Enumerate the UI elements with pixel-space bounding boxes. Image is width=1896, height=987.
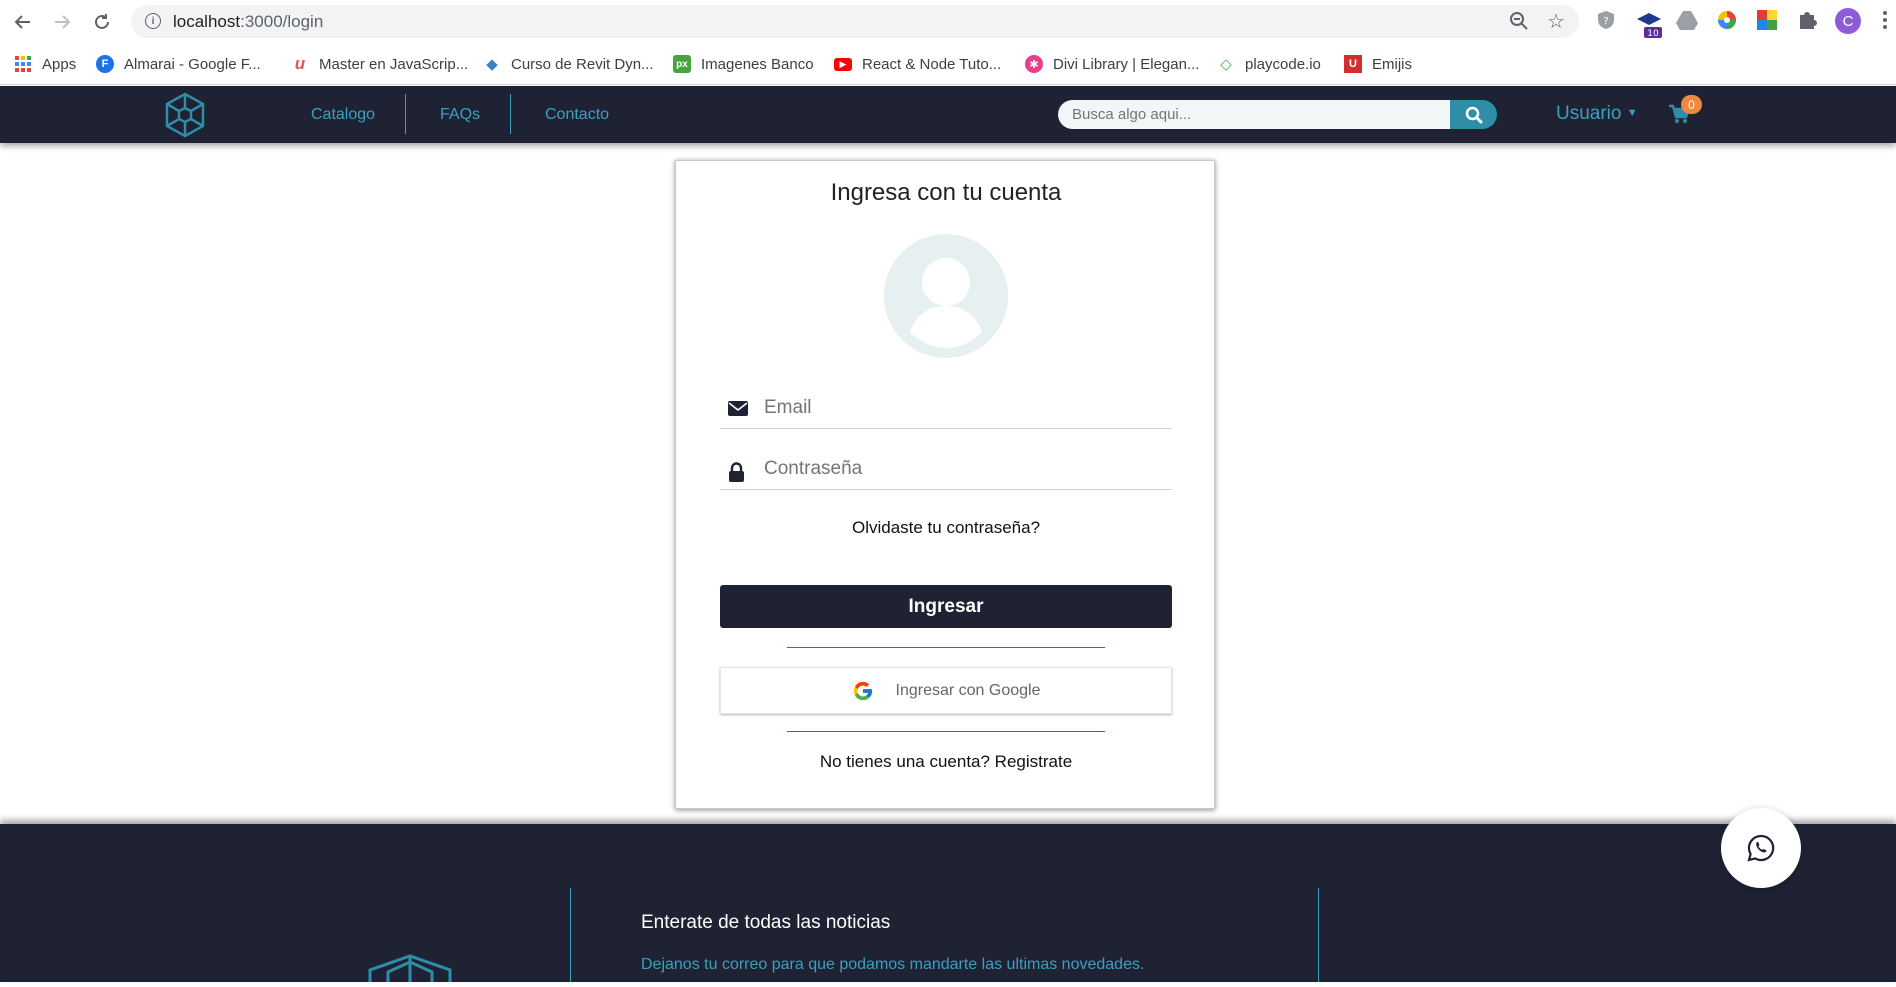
url-text[interactable]: localhost:3000/login [173,12,323,32]
browser-toolbar: i localhost:3000/login ☆ ? 10 C [0,0,1896,43]
bookmark-javascript[interactable]: u Master en JavaScrip... [291,52,468,76]
whatsapp-button[interactable] [1721,808,1801,888]
graduation-cap-extension-icon[interactable]: 10 [1635,9,1662,39]
bookmark-almarai[interactable]: F Almarai - Google F... [96,52,261,76]
reload-icon[interactable] [89,9,115,35]
email-field [720,389,1172,429]
email-input[interactable] [764,393,1164,423]
bookmark-label: React & Node Tuto... [862,55,1002,73]
bookmark-react-node[interactable]: ▶ React & Node Tuto... [834,52,1001,76]
bookmark-label: Imagenes Banco [701,55,814,73]
nav-faqs-link[interactable]: FAQs [440,106,480,124]
site-search [1058,100,1497,129]
user-dropdown[interactable]: Usuario ▼ [1556,103,1638,125]
newsletter-title: Enterate de todas las noticias [641,912,891,933]
footer-logo-icon [368,954,452,987]
bookmark-label: Divi Library | Elegan... [1053,55,1200,73]
bookmark-label: playcode.io [1245,55,1321,73]
divider-line [787,647,1105,648]
browser-menu-icon[interactable] [1882,9,1892,33]
bookmarks-bar: Apps F Almarai - Google F... u Master en… [0,43,1896,85]
search-input[interactable] [1058,100,1452,129]
color-wheel-extension-icon[interactable] [1716,9,1740,33]
forgot-password-link[interactable]: Olvidaste tu contraseña? [676,518,1216,538]
nav-divider [510,94,511,134]
unicode-icon: U [1344,55,1362,73]
bookmark-label: Apps [42,55,77,73]
login-title: Ingresa con tu cuenta [830,179,1062,206]
drive-extension-icon[interactable] [1676,9,1700,33]
password-input[interactable] [764,454,1164,484]
bookmark-revit[interactable]: ◆ Curso de Revit Dyn... [483,52,654,76]
search-icon [1465,106,1482,123]
url-path: :3000/login [240,12,324,31]
bookmark-apps[interactable]: Apps [14,52,76,76]
google-signin-button[interactable]: Ingresar con Google [720,667,1172,714]
bookmark-label: Curso de Revit Dyn... [511,55,654,73]
bookmark-emijis[interactable]: U Emijis [1344,52,1412,76]
envelope-icon [728,401,748,421]
extensions-puzzle-icon[interactable] [1796,9,1820,33]
udemy-icon: u [294,54,306,73]
address-bar[interactable]: i localhost:3000/login ☆ [131,5,1579,38]
forward-icon[interactable] [49,9,75,35]
footer-divider [1318,888,1319,982]
profile-avatar[interactable]: C [1835,8,1861,34]
bookmark-playcode[interactable]: ◇ playcode.io [1217,52,1321,76]
bookmark-star-icon[interactable]: ☆ [1547,9,1565,34]
user-avatar-icon [884,234,1008,358]
playcode-icon: ◇ [1220,56,1232,73]
dynamo-icon: ◆ [486,56,498,73]
footer-divider [570,888,571,982]
nav-contacto-link[interactable]: Contacto [545,106,609,124]
google-g-icon [853,681,872,700]
lock-icon [728,462,745,487]
site-info-icon[interactable]: i [145,13,161,29]
google-fonts-icon: F [96,55,114,73]
bookmark-divi[interactable]: ✱ Divi Library | Elegan... [1025,52,1199,76]
google-signin-label: Ingresar con Google [895,681,1041,699]
pixabay-icon: px [673,55,691,73]
bookmark-label: Emijis [1372,55,1412,73]
divider-line [787,731,1105,732]
whatsapp-icon [1747,834,1775,862]
search-button[interactable] [1450,100,1497,129]
login-submit-button[interactable]: Ingresar [720,585,1172,628]
youtube-icon: ▶ [834,57,852,71]
login-card: Ingresa con tu cuenta Olvidaste tu contr… [675,160,1215,809]
site-navbar: Catalogo FAQs Contacto Usuario ▼ 0 [0,86,1896,143]
shield-extension-icon[interactable]: ? [1595,9,1619,33]
nav-catalogo-link[interactable]: Catalogo [311,106,375,124]
nav-divider [405,94,406,134]
newsletter-text: Dejanos tu correo para que podamos manda… [641,956,1145,973]
caret-down-icon: ▼ [1626,107,1638,119]
register-link[interactable]: No tienes una cuenta? Registrate [676,752,1216,772]
password-field [720,450,1172,490]
bookmark-label: Almarai - Google F... [124,55,261,73]
user-dropdown-label: Usuario [1556,103,1622,124]
url-host: localhost [173,12,241,31]
back-icon[interactable] [10,9,36,35]
apps-grid-icon [14,55,32,73]
palette-extension-icon[interactable] [1756,9,1780,33]
site-footer: Enterate de todas las noticias Dejanos t… [0,824,1896,982]
svg-text:?: ? [1603,16,1608,27]
zoom-icon[interactable] [1509,11,1529,36]
svg-text:10: 10 [1647,29,1659,39]
bookmark-label: Master en JavaScrip... [319,55,469,73]
site-logo-icon[interactable] [164,92,206,143]
cart-count-badge: 0 [1681,95,1702,114]
bookmark-imagenes[interactable]: px Imagenes Banco [673,52,814,76]
divi-icon: ✱ [1025,55,1043,73]
